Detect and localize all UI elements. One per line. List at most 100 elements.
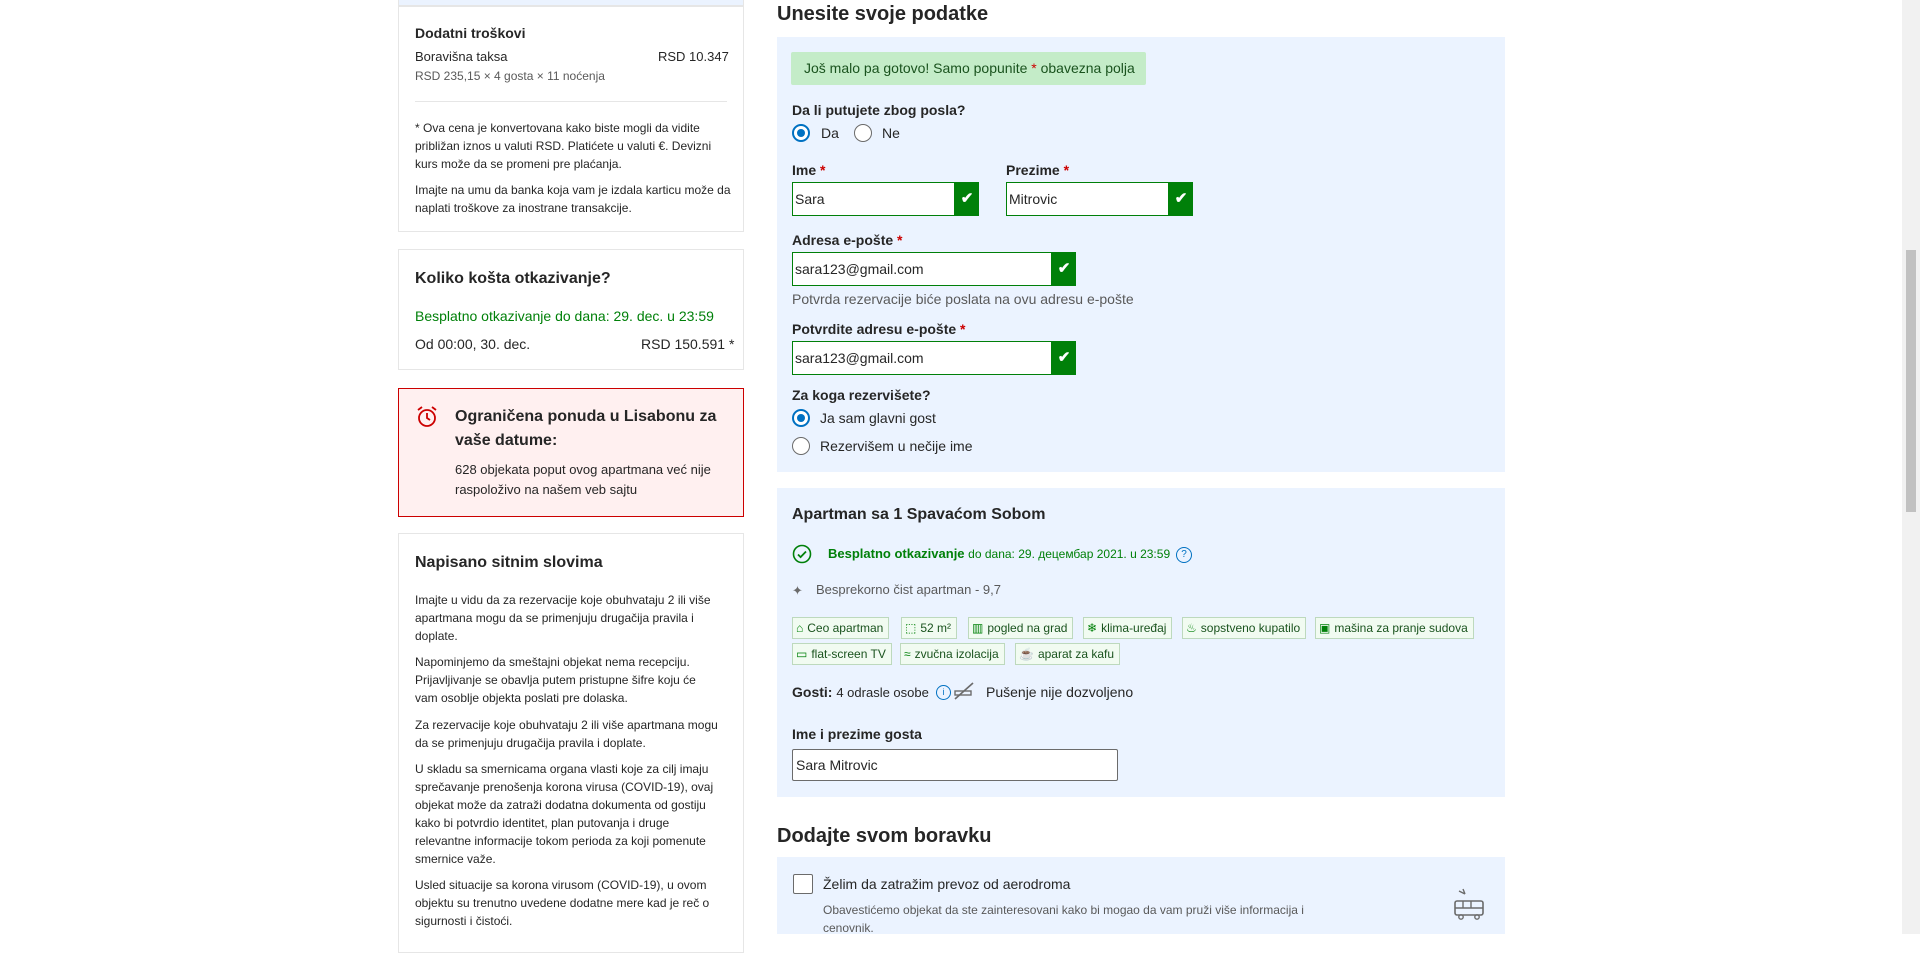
email-confirm-label-text: Potvrdite adresu e-pošte [792,321,957,337]
fine-print-p1: Imajte u vidu da za rezervacije koje obu… [415,593,711,643]
amenity-size: ⬚ 52 m² [901,617,958,639]
email-input[interactable]: sara123@gmail.com [792,252,1052,286]
required-star: * [1063,162,1070,178]
last-name-label: Prezime * [1006,162,1069,178]
fine-print-p2: Napominjemo da smeštajni objekat nema re… [415,655,696,705]
room-title: Apartman sa 1 Spavaćom Sobom [792,506,1046,523]
business-no-radio[interactable] [854,124,872,142]
main-guest-label[interactable]: Ja sam glavni gost [820,410,936,426]
coffee-maker-icon: ☕ [1019,647,1034,661]
bath-icon: ♨ [1186,621,1197,635]
email-hint: Potvrda rezervacije biće poslata na ovu … [792,291,1134,307]
first-name-valid-icon: ✔ [955,182,979,216]
business-yes-label[interactable]: Da [821,125,839,141]
amenity-label: flat-screen TV [811,647,886,661]
cancellation-from-label: Od 00:00, 30. dec. [415,336,531,352]
cancellation-title: Koliko košta otkazivanje? [415,270,611,287]
amenity-ac: ❄ klima-uređaj [1083,617,1173,639]
alarm-clock-icon [415,405,439,432]
required-fields-notice: Još malo pa gotovo! Samo popunite * obav… [791,52,1146,85]
other-guest-label[interactable]: Rezervišem u nečije ime [820,438,973,454]
guest-name-input[interactable]: Sara Mitrovic [792,749,1118,781]
smoking-policy: Pušenje nije dozvoljeno [986,684,1134,700]
first-name-input[interactable]: Sara [792,182,955,216]
business-yes-radio[interactable] [792,124,810,142]
email-valid-icon: ✔ [1052,252,1076,286]
fine-print-p3: Za rezervacije koje obuhvataju 2 ili viš… [415,718,718,750]
free-cancellation-text: Besplatno otkazivanje do dana: 29. dec. … [415,308,714,324]
cancellation-fee: RSD 150.591 * [641,336,735,352]
tv-icon: ▭ [796,647,808,661]
amenity-soundproofing: ≈ zvučna izolacija [900,643,1005,665]
amenity-label: pogled na grad [987,621,1068,635]
business-trip-question: Da li putujete zbog posla? [792,102,966,118]
guests-value: 4 odrasle osobe [836,685,929,700]
soundproof-icon: ≈ [904,647,911,661]
details-section-title: Unesite svoje podatke [777,3,989,25]
main-guest-radio[interactable] [792,409,810,427]
amenity-city-view: ▥ pogled na grad [968,617,1074,639]
amenity-label: mašina za pranje sudova [1334,621,1468,635]
extra-costs-title: Dodatni troškovi [415,25,526,41]
room-free-cancel-bold: Besplatno otkazivanje [828,546,965,561]
amenity-label: sopstveno kupatilo [1200,621,1301,635]
addons-section-title: Dodajte svom boravku [777,825,992,847]
conversion-note: * Ova cena je konvertovana kako biste mo… [415,121,712,171]
amenity-dishwasher: ▣ mašina za pranje sudova [1315,617,1474,639]
shuttle-bus-icon [1453,887,1485,924]
divider [415,101,727,102]
airport-transfer-hint: Obavestićemo objekat da ste zainteresova… [823,903,1304,935]
amenity-entire-apartment: ⌂ Ceo apartman [792,617,890,639]
cleanliness-score: Besprekorno čist apartman - 9,7 [816,582,1001,597]
house-icon: ⌂ [796,621,804,635]
size-icon: ⬚ [905,621,917,635]
amenity-label: aparat za kafu [1037,647,1115,661]
amenity-label: Ceo apartman [807,621,884,635]
check-circle-icon [792,544,812,567]
guests-info: Gosti: 4 odrasle osobe [792,684,929,700]
email-confirm-input[interactable]: sara123@gmail.com [792,341,1052,375]
no-smoking-icon [953,681,975,704]
last-name-valid-icon: ✔ [1169,182,1193,216]
room-free-cancel-rest: do dana: 29. децембар 2021. u 23:59 [968,547,1171,561]
fine-print-title: Napisano sitnim slovima [415,554,603,571]
offer-title: Ograničena ponuda u Lisabonu za vaše dat… [455,408,717,449]
email-label: Adresa e-pošte * [792,232,903,248]
fine-print-p4: U skladu sa smernicama organa vlasti koj… [415,762,714,866]
info-icon[interactable]: i [936,685,951,700]
amenity-label: 52 m² [920,621,952,635]
amenity-tv: ▭ flat-screen TV [792,643,892,665]
sparkle-icon: ✦ [792,583,803,598]
dishwasher-icon: ▣ [1319,621,1331,635]
required-star: * [960,321,966,337]
notice-text: Još malo pa gotovo! Samo popunite [804,60,1028,76]
other-guest-radio[interactable] [792,437,810,455]
tax-detail: RSD 235,15 × 4 gosta × 11 noćenja [415,69,605,83]
notice-tail: obavezna polja [1040,60,1135,76]
email-confirm-valid-icon: ✔ [1052,341,1076,375]
booking-for-question: Za koga rezervišete? [792,387,931,403]
bank-fee-note: Imajte na umu da banka koja vam je izdal… [415,183,731,215]
offer-body: 628 objekata poput ovog apartmana već ni… [455,462,711,497]
guests-label: Gosti: [792,684,833,700]
fine-print-p5: Usled situacije sa korona virusom (COVID… [415,878,710,928]
tax-value: RSD 10.347 [658,49,729,64]
amenity-bathroom: ♨ sopstveno kupatilo [1182,617,1307,639]
business-no-label[interactable]: Ne [882,125,900,141]
email-label-text: Adresa e-pošte [792,232,894,248]
help-icon[interactable]: ? [1176,547,1192,563]
amenity-label: zvučna izolacija [914,647,999,661]
airport-transfer-checkbox[interactable] [793,874,813,894]
airport-transfer-label[interactable]: Želim da zatražim prevoz od aerodroma [823,876,1070,892]
required-star: * [897,232,903,248]
last-name-label-text: Prezime [1006,162,1060,178]
email-confirm-label: Potvrdite adresu e-pošte * [792,321,966,337]
last-name-input[interactable]: Mitrovic [1006,182,1169,216]
guest-name-label: Ime i prezime gosta [792,726,922,742]
snowflake-icon: ❄ [1087,621,1098,635]
building-icon: ▥ [972,621,984,635]
scrollbar-thumb[interactable] [1906,250,1916,512]
room-free-cancel: Besplatno otkazivanje do dana: 29. децем… [828,546,1170,561]
required-star: * [820,162,826,178]
amenity-label: klima-uređaj [1101,621,1167,635]
